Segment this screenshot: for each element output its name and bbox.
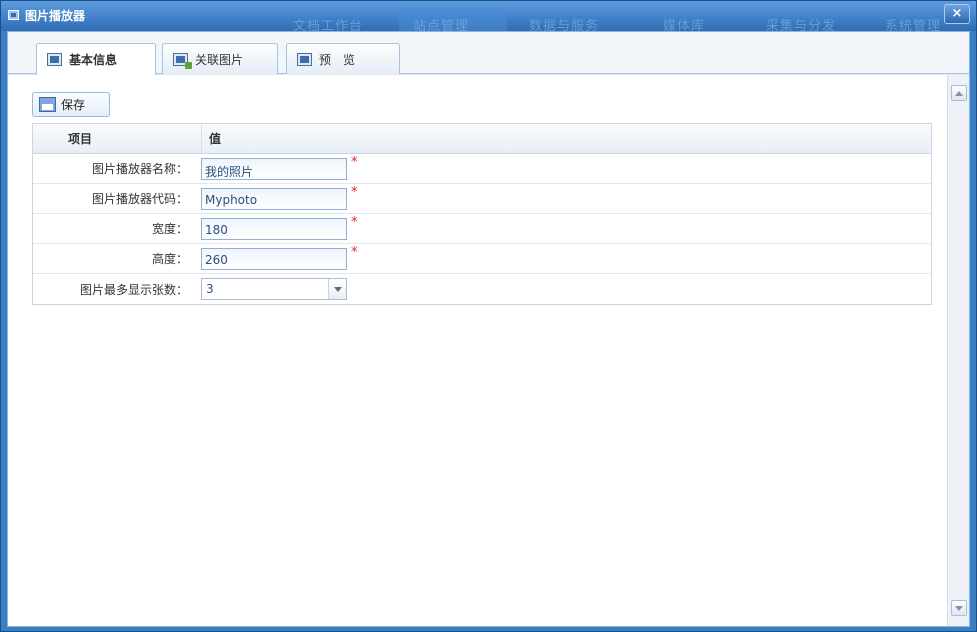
background-nav-item: 文档工作台 bbox=[293, 19, 364, 31]
scroll-up-button[interactable] bbox=[951, 85, 967, 101]
window-title: 图片播放器 bbox=[25, 9, 86, 23]
background-nav-item: 媒体库 bbox=[663, 19, 706, 31]
background-nav-item: 系统管理 bbox=[885, 19, 942, 31]
header-value: 值 bbox=[209, 132, 222, 146]
header-item: 项目 bbox=[33, 124, 202, 153]
tab-basic-info[interactable]: 基本信息 bbox=[36, 43, 156, 75]
required-mark: * bbox=[351, 215, 358, 230]
save-button[interactable]: 保存 bbox=[32, 92, 110, 117]
window-titlebar[interactable]: 文档工作台 站点管理 数据与服务 媒体库 采集与分发 系统管理 图片播放器 × bbox=[1, 1, 976, 31]
player-code-input[interactable]: Myphoto bbox=[201, 187, 347, 210]
background-nav: 文档工作台 站点管理 数据与服务 媒体库 采集与分发 系统管理 bbox=[1, 9, 976, 31]
field-value: 180 * bbox=[196, 215, 358, 240]
grid-row: 图片播放器名称： 我的照片 * bbox=[33, 154, 931, 184]
player-name-input[interactable]: 我的照片 bbox=[201, 157, 347, 180]
field-value: 260 * bbox=[196, 245, 358, 270]
grid-row: 图片播放器代码： Myphoto * bbox=[33, 184, 931, 214]
tab-label: 基本信息 bbox=[69, 53, 118, 67]
dialog-body: 基本信息 关联图片 预 览 保存 项目 值 图片播放器名称： 我的照片 * 图片… bbox=[7, 31, 970, 627]
tab-linked-images[interactable]: 关联图片 bbox=[162, 43, 278, 74]
background-nav-item: 数据与服务 bbox=[529, 19, 600, 31]
close-button[interactable]: × bbox=[944, 4, 970, 24]
field-label: 高度： bbox=[151, 252, 188, 266]
height-input[interactable]: 260 bbox=[201, 247, 347, 270]
field-label: 图片最多显示张数： bbox=[79, 282, 188, 297]
form-icon bbox=[47, 53, 62, 66]
save-label: 保存 bbox=[61, 98, 86, 112]
property-grid: 项目 值 图片播放器名称： 我的照片 * 图片播放器代码： Myphoto * bbox=[32, 123, 932, 305]
field-label: 图片播放器代码： bbox=[91, 192, 188, 206]
grid-row: 宽度： 180 * bbox=[33, 214, 931, 244]
select-value: 3 bbox=[206, 282, 214, 296]
window-icon bbox=[8, 10, 19, 20]
tab-strip: 基本信息 关联图片 预 览 bbox=[8, 32, 969, 75]
background-nav-item: 采集与分发 bbox=[766, 19, 837, 31]
grid-header: 项目 值 bbox=[33, 124, 931, 154]
chevron-down-icon[interactable] bbox=[328, 279, 346, 299]
tab-label: 预 览 bbox=[319, 52, 356, 67]
width-input[interactable]: 180 bbox=[201, 217, 347, 240]
preview-icon bbox=[297, 52, 312, 66]
required-mark: * bbox=[351, 155, 358, 170]
tab-label: 关联图片 bbox=[195, 52, 244, 67]
player-window: 文档工作台 站点管理 数据与服务 媒体库 采集与分发 系统管理 图片播放器 × … bbox=[0, 0, 977, 632]
required-mark: * bbox=[351, 245, 358, 260]
vertical-scrollbar[interactable] bbox=[947, 75, 969, 626]
field-value: 我的照片 * bbox=[196, 155, 358, 180]
required-mark: * bbox=[351, 185, 358, 200]
scroll-down-button[interactable] bbox=[951, 600, 967, 616]
field-value: 3 bbox=[196, 278, 347, 300]
field-label: 图片播放器名称： bbox=[91, 162, 188, 176]
max-images-select[interactable]: 3 bbox=[201, 278, 347, 300]
background-nav-item: 站点管理 bbox=[413, 19, 470, 31]
tab-content: 保存 项目 值 图片播放器名称： 我的照片 * 图片播放器代码： Myphoto… bbox=[8, 75, 969, 626]
tab-preview[interactable]: 预 览 bbox=[286, 43, 400, 74]
grid-row: 高度： 260 * bbox=[33, 244, 931, 274]
grid-row: 图片最多显示张数： 3 bbox=[33, 274, 931, 304]
field-label: 宽度： bbox=[151, 222, 188, 236]
image-link-icon bbox=[173, 52, 192, 69]
field-value: Myphoto * bbox=[196, 185, 358, 210]
save-icon bbox=[39, 97, 56, 112]
